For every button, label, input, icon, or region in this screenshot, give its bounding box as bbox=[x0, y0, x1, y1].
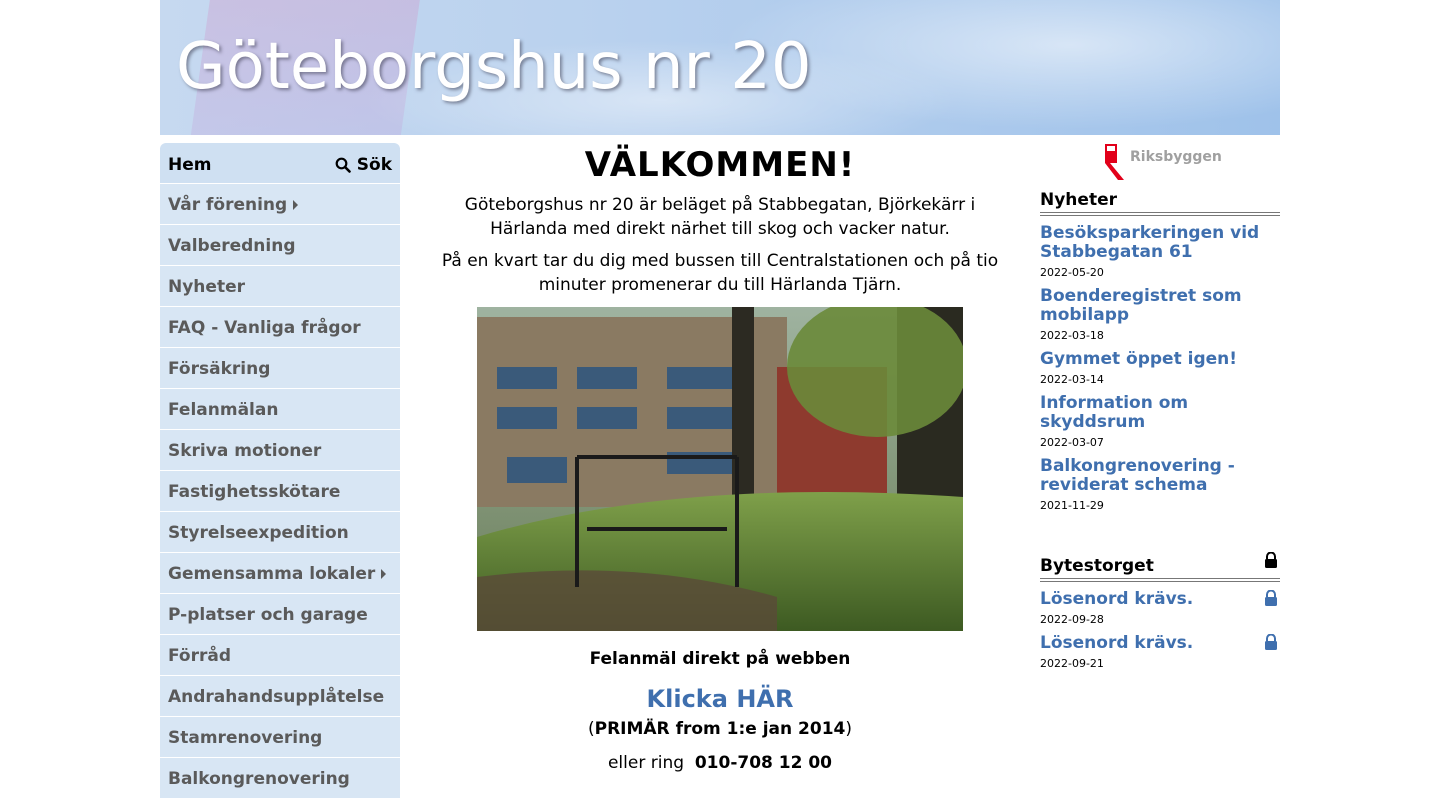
nav-home-link[interactable]: Hem bbox=[168, 155, 211, 175]
bytes-item: Lösenord krävs. 2022-09-21 bbox=[1040, 634, 1280, 670]
page-heading: VÄLKOMMEN! bbox=[584, 145, 856, 185]
nav-item-nyheter[interactable]: Nyheter bbox=[160, 266, 400, 307]
search-label: Sök bbox=[356, 155, 392, 175]
courtyard-photo-image bbox=[477, 307, 963, 631]
nav-item-label: Valberedning bbox=[168, 236, 296, 256]
nav-item-label: Gemensamma lokaler bbox=[168, 564, 376, 584]
nav-item-label: Skriva motioner bbox=[168, 441, 322, 461]
news-section-title[interactable]: Nyheter bbox=[1040, 190, 1280, 216]
news-link[interactable]: Besöksparkeringen vid Stabbegatan 61 bbox=[1040, 224, 1280, 262]
news-item: Besöksparkeringen vid Stabbegatan 61 202… bbox=[1040, 224, 1280, 280]
nav-item-valberedning[interactable]: Valberedning bbox=[160, 225, 400, 266]
nav-item-label: Stamrenovering bbox=[168, 728, 323, 748]
phone-number: 010-708 12 00 bbox=[694, 753, 833, 773]
intro-paragraph: Göteborgshus nr 20 är beläget på Stabbeg… bbox=[464, 195, 976, 239]
caret-right-icon bbox=[381, 569, 387, 579]
header-banner: Göteborgshus nr 20 bbox=[160, 0, 1280, 135]
nav-item-gemensamma-lokaler[interactable]: Gemensamma lokaler bbox=[160, 553, 400, 594]
nav-item-label: Förråd bbox=[168, 646, 232, 666]
nav-item-label: Balkongrenovering bbox=[168, 769, 350, 789]
lock-icon bbox=[1265, 552, 1277, 568]
felanmal-heading: Felanmäl direkt på webben bbox=[589, 649, 851, 669]
riksbyggen-logo[interactable]: Riksbyggen bbox=[1104, 143, 1222, 181]
nav-item-faq[interactable]: FAQ - Vanliga frågor bbox=[160, 307, 400, 348]
nav-item-felanmalan[interactable]: Felanmälan bbox=[160, 389, 400, 430]
phone-line: eller ring 010-708 12 00 bbox=[430, 753, 1010, 773]
news-date: 2022-03-14 bbox=[1040, 373, 1104, 386]
primar-note: (PRIMÄR from 1:e jan 2014) bbox=[430, 719, 1010, 739]
nav-top-bar: Hem Sök bbox=[160, 143, 400, 184]
lock-icon bbox=[1265, 634, 1277, 650]
nav-item-label: Styrelseexpedition bbox=[168, 523, 349, 543]
news-item: Boenderegistret som mobilapp 2022-03-18 bbox=[1040, 287, 1280, 343]
nav-item-balkongrenovering[interactable]: Balkongrenovering bbox=[160, 758, 400, 799]
nav-item-p-platser[interactable]: P-platser och garage bbox=[160, 594, 400, 635]
nav-item-label: FAQ - Vanliga frågor bbox=[168, 318, 361, 338]
news-item: Gymmet öppet igen! 2022-03-14 bbox=[1040, 350, 1280, 387]
primar-open: ( bbox=[587, 719, 595, 739]
news-link[interactable]: Gymmet öppet igen! bbox=[1040, 350, 1280, 369]
bytes-date: 2022-09-21 bbox=[1040, 657, 1104, 670]
riksbyggen-logo-mark bbox=[1105, 144, 1124, 180]
bytes-date: 2022-09-28 bbox=[1040, 613, 1104, 626]
bytes-link[interactable]: Lösenord krävs. bbox=[1040, 634, 1280, 653]
site-title[interactable]: Göteborgshus nr 20 bbox=[176, 30, 812, 104]
felanmal-link[interactable]: Klicka HÄR bbox=[430, 685, 1010, 713]
nav-item-fastighetsskotare[interactable]: Fastighetsskötare bbox=[160, 471, 400, 512]
nav-item-label: Andrahandsupplåtelse bbox=[168, 687, 385, 707]
bytestorget-title[interactable]: Bytestorget bbox=[1040, 552, 1280, 582]
news-link[interactable]: Information om skyddsrum bbox=[1040, 394, 1280, 432]
news-link[interactable]: Balkongrenovering - reviderat schema bbox=[1040, 457, 1280, 495]
nav-item-andrahandsupplatelse[interactable]: Andrahandsupplåtelse bbox=[160, 676, 400, 717]
search-button[interactable]: Sök bbox=[335, 155, 392, 175]
riksbyggen-logo-text: Riksbyggen bbox=[1130, 149, 1222, 165]
nav-item-skriva-motioner[interactable]: Skriva motioner bbox=[160, 430, 400, 471]
nav-item-label: Vår förening bbox=[168, 195, 288, 215]
news-date: 2021-11-29 bbox=[1040, 499, 1104, 512]
news-date: 2022-05-20 bbox=[1040, 266, 1104, 279]
nav-item-styrelseexpedition[interactable]: Styrelseexpedition bbox=[160, 512, 400, 553]
sidebar-nav: Hem Sök Vår förening Valberedning Nyhete… bbox=[160, 143, 400, 799]
news-section: Nyheter Besöksparkeringen vid Stabbegata… bbox=[1040, 190, 1280, 512]
nav-item-var-forening[interactable]: Vår förening bbox=[160, 184, 400, 225]
page: Göteborgshus nr 20 Hem Sök Vår förening … bbox=[0, 0, 1440, 799]
nav-item-forrad[interactable]: Förråd bbox=[160, 635, 400, 676]
caret-right-icon bbox=[293, 200, 299, 210]
main-content: VÄLKOMMEN! Göteborgshus nr 20 är beläget… bbox=[430, 143, 1010, 773]
news-item: Information om skyddsrum 2022-03-07 bbox=[1040, 394, 1280, 450]
nav-item-label: Fastighetsskötare bbox=[168, 482, 341, 502]
nav-item-label: P-platser och garage bbox=[168, 605, 368, 625]
primar-text: PRIMÄR from 1:e jan 2014 bbox=[594, 719, 846, 739]
bytes-item: Lösenord krävs. 2022-09-28 bbox=[1040, 590, 1280, 626]
phone-prefix: eller ring bbox=[607, 753, 685, 773]
search-icon bbox=[335, 157, 351, 173]
news-item: Balkongrenovering - reviderat schema 202… bbox=[1040, 457, 1280, 513]
lock-icon bbox=[1265, 590, 1277, 606]
bytestorget-section: Bytestorget Lösenord krävs. 2022-09-28 L… bbox=[1040, 552, 1280, 670]
nav-item-label: Nyheter bbox=[168, 277, 245, 297]
news-date: 2022-03-18 bbox=[1040, 329, 1104, 342]
nav-item-label: Försäkring bbox=[168, 359, 271, 379]
news-link[interactable]: Boenderegistret som mobilapp bbox=[1040, 287, 1280, 325]
intro-paragraph-2: På en kvart tar du dig med bussen till C… bbox=[441, 251, 999, 295]
news-date: 2022-03-07 bbox=[1040, 436, 1104, 449]
primar-close: ) bbox=[845, 719, 853, 739]
bytes-link[interactable]: Lösenord krävs. bbox=[1040, 590, 1280, 609]
nav-item-label: Felanmälan bbox=[168, 400, 279, 420]
nav-item-forsakring[interactable]: Försäkring bbox=[160, 348, 400, 389]
courtyard-photo bbox=[477, 307, 963, 631]
bytestorget-title-label: Bytestorget bbox=[1040, 556, 1154, 576]
nav-item-stamrenovering[interactable]: Stamrenovering bbox=[160, 717, 400, 758]
